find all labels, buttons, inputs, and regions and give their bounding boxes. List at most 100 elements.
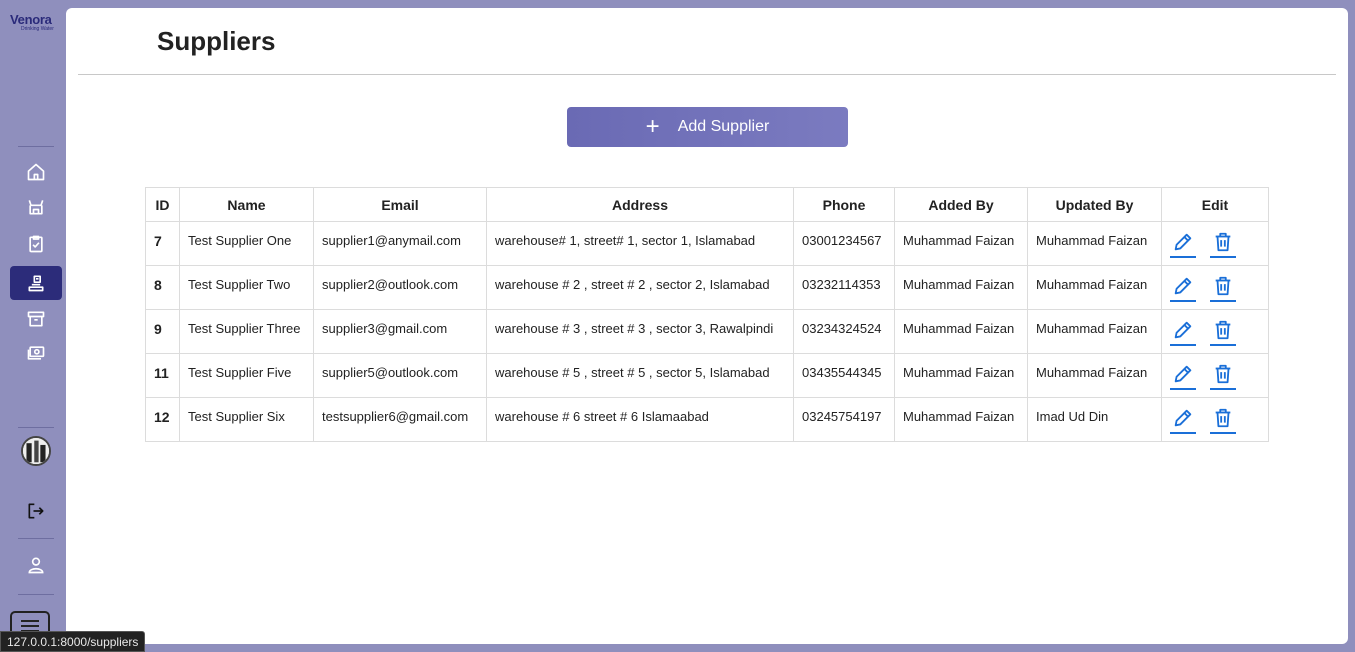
cell-name: Test Supplier Two	[179, 265, 314, 310]
cell-id: 7	[145, 221, 180, 266]
hamburger-icon	[21, 620, 39, 622]
cell-added-by: Muhammad Faizan	[894, 397, 1028, 442]
edit-button[interactable]	[1170, 274, 1196, 302]
cell-actions	[1161, 265, 1269, 310]
sidebar-divider	[18, 146, 54, 147]
cell-address: warehouse # 3 , street # 3 , sector 3, R…	[486, 309, 794, 354]
cell-name: Test Supplier Three	[179, 309, 314, 354]
brand-logo[interactable]: Venora Drinking Water	[10, 13, 62, 38]
cell-name: Test Supplier One	[179, 221, 314, 266]
cell-phone: 03245754197	[793, 397, 895, 442]
avatar-image	[23, 438, 49, 464]
trash-icon	[1215, 364, 1231, 384]
cell-actions	[1161, 221, 1269, 266]
cell-phone: 03435544345	[793, 353, 895, 398]
col-header-address: Address	[486, 187, 794, 222]
trash-icon	[1215, 276, 1231, 296]
delete-button[interactable]	[1210, 406, 1236, 434]
table-row: 9 Test Supplier Three supplier3@gmail.co…	[145, 309, 1269, 354]
sidebar-divider	[18, 594, 54, 595]
cell-id: 9	[145, 309, 180, 354]
cell-id: 11	[145, 353, 180, 398]
sidebar: Venora Drinking Water	[0, 0, 66, 652]
profile-button[interactable]	[10, 548, 62, 582]
col-header-phone: Phone	[793, 187, 895, 222]
delete-button[interactable]	[1210, 230, 1236, 258]
pencil-icon	[1174, 277, 1192, 295]
cell-name: Test Supplier Six	[179, 397, 314, 442]
cell-address: warehouse # 6 street # 6 Islamaabad	[486, 397, 794, 442]
home-icon	[27, 163, 45, 181]
suppliers-table: ID Name Email Address Phone Added By Upd…	[145, 187, 1269, 442]
sidebar-item-home[interactable]	[10, 155, 62, 189]
cell-phone: 03232114353	[793, 265, 895, 310]
plus-icon: +	[645, 113, 660, 140]
sidebar-divider	[18, 538, 54, 539]
table-header-row: ID Name Email Address Phone Added By Upd…	[145, 187, 1269, 222]
edit-button[interactable]	[1170, 318, 1196, 346]
supplier-icon	[28, 275, 44, 292]
sidebar-divider	[18, 427, 54, 428]
cell-address: warehouse # 2 , street # 2 , sector 2, I…	[486, 265, 794, 310]
table-row: 11 Test Supplier Five supplier5@outlook.…	[145, 353, 1269, 398]
cell-added-by: Muhammad Faizan	[894, 353, 1028, 398]
sidebar-item-archive[interactable]	[10, 302, 62, 336]
col-header-name: Name	[179, 187, 314, 222]
user-icon	[28, 557, 44, 574]
cell-added-by: Muhammad Faizan	[894, 309, 1028, 354]
col-header-updated-by: Updated By	[1027, 187, 1162, 222]
cell-updated-by: Imad Ud Din	[1027, 397, 1162, 442]
add-supplier-label: Add Supplier	[677, 118, 770, 135]
trash-icon	[1215, 408, 1231, 428]
cell-email: supplier3@gmail.com	[313, 309, 487, 354]
cell-address: warehouse# 1, street# 1, sector 1, Islam…	[486, 221, 794, 266]
cell-added-by: Muhammad Faizan	[894, 265, 1028, 310]
cell-actions	[1161, 397, 1269, 442]
pencil-icon	[1174, 365, 1192, 383]
cell-updated-by: Muhammad Faizan	[1027, 221, 1162, 266]
sidebar-item-payments[interactable]	[10, 336, 62, 370]
delete-button[interactable]	[1210, 362, 1236, 390]
cell-added-by: Muhammad Faizan	[894, 221, 1028, 266]
table-row: 12 Test Supplier Six testsupplier6@gmail…	[145, 397, 1269, 442]
delete-button[interactable]	[1210, 274, 1236, 302]
col-header-added-by: Added By	[894, 187, 1028, 222]
cell-email: supplier1@anymail.com	[313, 221, 487, 266]
edit-button[interactable]	[1170, 230, 1196, 258]
cell-name: Test Supplier Five	[179, 353, 314, 398]
sidebar-item-suppliers[interactable]	[10, 266, 62, 300]
cell-email: supplier2@outlook.com	[313, 265, 487, 310]
cell-email: testsupplier6@gmail.com	[313, 397, 487, 442]
hamburger-line	[21, 625, 39, 627]
page-title: Suppliers	[157, 26, 276, 56]
cell-email: supplier5@outlook.com	[313, 353, 487, 398]
trash-icon	[1215, 320, 1231, 340]
archive-icon	[27, 311, 45, 327]
delete-button[interactable]	[1210, 318, 1236, 346]
logout-button[interactable]	[10, 494, 62, 528]
add-supplier-button[interactable]: + Add Supplier	[567, 107, 848, 147]
avatar[interactable]	[21, 436, 51, 466]
trash-icon	[1215, 232, 1231, 252]
sidebar-item-orders[interactable]	[10, 227, 62, 261]
logout-icon	[28, 503, 44, 519]
cell-phone: 03001234567	[793, 221, 895, 266]
edit-button[interactable]	[1170, 406, 1196, 434]
store-icon	[28, 200, 44, 215]
table-row: 8 Test Supplier Two supplier2@outlook.co…	[145, 265, 1269, 310]
sidebar-item-store[interactable]	[10, 190, 62, 224]
status-url: 127.0.0.1:8000/suppliers	[0, 631, 146, 652]
cell-updated-by: Muhammad Faizan	[1027, 265, 1162, 310]
cell-phone: 03234324524	[793, 309, 895, 354]
cell-id: 8	[145, 265, 180, 310]
cell-actions	[1161, 309, 1269, 354]
cell-address: warehouse # 5 , street # 5 , sector 5, I…	[486, 353, 794, 398]
cell-actions	[1161, 353, 1269, 398]
brand-tagline: Drinking Water	[21, 26, 54, 32]
pencil-icon	[1174, 233, 1192, 251]
col-header-id: ID	[145, 187, 180, 222]
col-header-email: Email	[313, 187, 487, 222]
pencil-icon	[1174, 321, 1192, 339]
pencil-icon	[1174, 409, 1192, 427]
edit-button[interactable]	[1170, 362, 1196, 390]
